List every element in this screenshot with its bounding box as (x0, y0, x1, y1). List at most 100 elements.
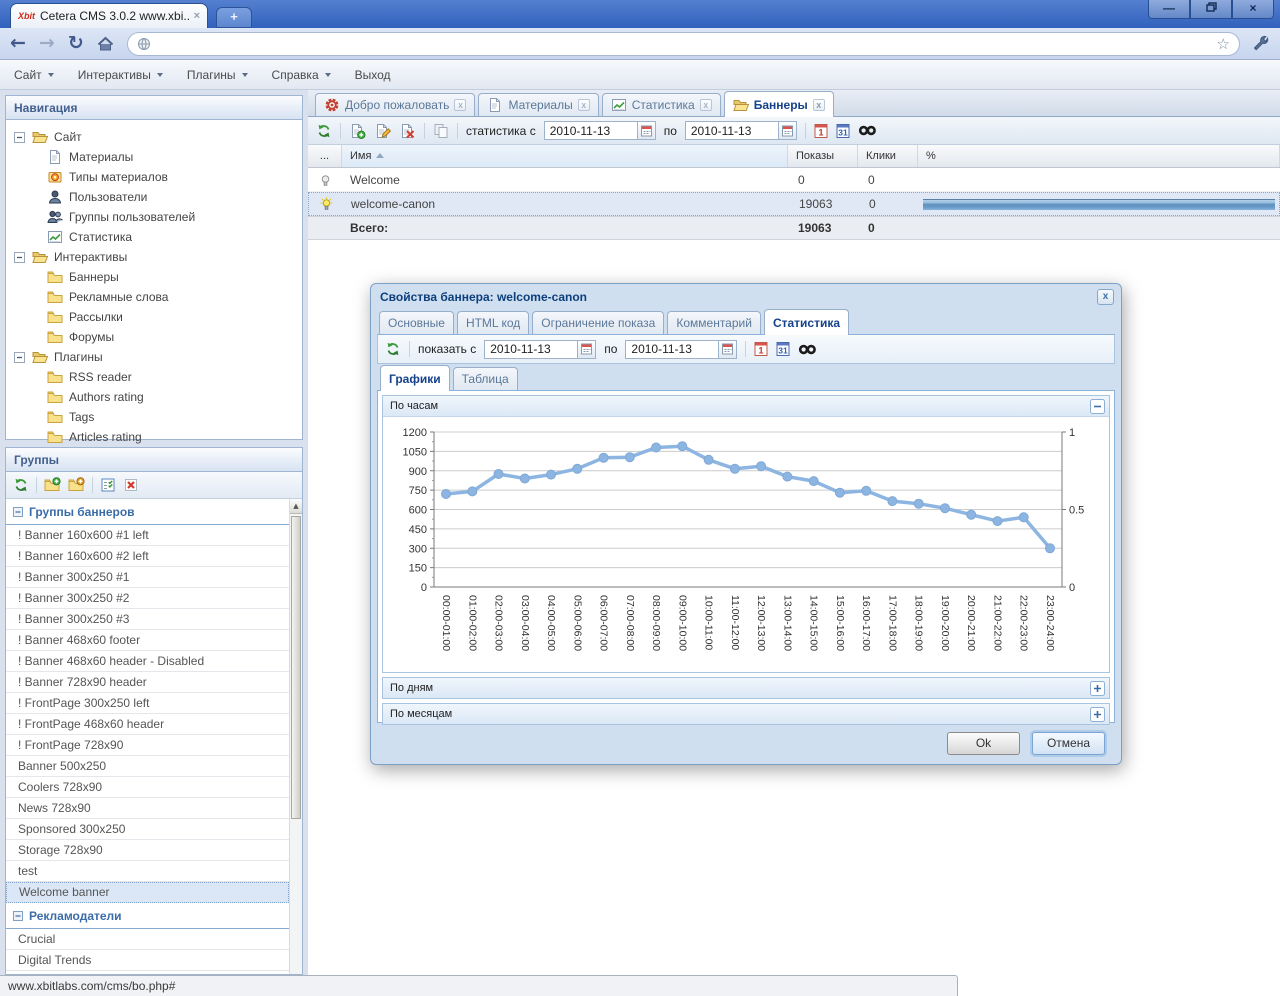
edit-banner-icon[interactable] (374, 123, 391, 139)
collapse-minus-icon[interactable] (10, 132, 28, 143)
window-minimize-button[interactable]: — (1148, 0, 1190, 19)
address-bar[interactable]: ☆ (127, 32, 1240, 56)
column-header-name[interactable]: Имя (342, 145, 788, 167)
menu-item-3[interactable]: Справка (272, 68, 331, 82)
tree-node-2-1[interactable]: Authors rating (10, 387, 298, 407)
month-calendar-icon[interactable]: 31 (776, 341, 790, 357)
wrench-icon[interactable] (1253, 35, 1270, 52)
group-list-item[interactable]: Sponsored 300x250 (6, 819, 289, 840)
scroll-up-icon[interactable]: ▲ (290, 499, 302, 514)
tree-node-0-1[interactable]: Типы материалов (10, 167, 298, 187)
calendar-picker-icon[interactable] (638, 121, 656, 140)
dialog-tab-1[interactable]: HTML код (457, 311, 529, 334)
add-banner-icon[interactable] (349, 123, 366, 139)
dialog-tab-0[interactable]: Основные (379, 311, 454, 334)
tab-close-icon[interactable]: x (578, 99, 590, 111)
main-tab-2[interactable]: Статистика x (602, 93, 721, 116)
add-subgroup-icon[interactable] (68, 477, 85, 493)
tab-close-icon[interactable]: x (700, 99, 712, 111)
group-list-item[interactable]: ! Banner 468x60 header - Disabled (6, 651, 289, 672)
tree-node-0-2[interactable]: Пользователи (10, 187, 298, 207)
main-tab-0[interactable]: Добро пожаловать x (315, 93, 475, 116)
group-list-item[interactable]: test (6, 861, 289, 882)
tree-node-2-3[interactable]: Articles rating (10, 427, 298, 447)
group-list-item[interactable]: ! Banner 728x90 header (6, 672, 289, 693)
delete-banner-icon[interactable] (399, 123, 416, 139)
home-icon[interactable] (97, 36, 114, 52)
group-list-item[interactable]: ! FrontPage 728x90 (6, 735, 289, 756)
tab-close-icon[interactable]: × (194, 11, 200, 22)
tree-node-1-3[interactable]: Форумы (10, 327, 298, 347)
group-list-item[interactable]: ! Banner 300x250 #3 (6, 609, 289, 630)
tab-close-icon[interactable]: x (813, 99, 825, 111)
tree-node-1-2[interactable]: Рассылки (10, 307, 298, 327)
main-tab-1[interactable]: Материалы x (478, 93, 598, 116)
dialog-tab-2[interactable]: Ограничение показа (532, 311, 664, 334)
url-input[interactable] (158, 37, 1210, 51)
column-header-shows[interactable]: Показы (788, 145, 858, 167)
show-from-input[interactable] (484, 340, 578, 359)
window-restore-button[interactable] (1190, 0, 1232, 19)
delete-group-icon[interactable] (123, 477, 139, 493)
window-close-button[interactable]: × (1232, 0, 1274, 19)
group-list-item[interactable]: ! Banner 160x600 #2 left (6, 546, 289, 567)
dialog-subtab-0[interactable]: Графики (380, 365, 450, 391)
column-header-dots[interactable]: ... (308, 145, 342, 167)
group-list-item[interactable]: Welcome banner (6, 882, 289, 903)
tree-node-root-0[interactable]: Сайт (10, 127, 298, 147)
day-calendar-icon[interactable]: 1 (754, 341, 768, 357)
tree-node-0-3[interactable]: Группы пользователей (10, 207, 298, 227)
refresh-icon[interactable] (385, 341, 401, 357)
group-list-item[interactable]: ! FrontPage 468x60 header (6, 714, 289, 735)
group-section-header-1[interactable]: Рекламодатели (6, 904, 289, 929)
tab-close-icon[interactable]: x (454, 99, 466, 111)
cancel-button[interactable]: Отмена (1032, 732, 1105, 755)
bookmark-star-icon[interactable]: ☆ (1217, 35, 1230, 53)
back-icon[interactable]: ← (10, 34, 26, 53)
add-group-icon[interactable] (44, 477, 61, 493)
menu-item-0[interactable]: Сайт (14, 68, 54, 82)
tree-node-1-1[interactable]: Рекламные слова (10, 287, 298, 307)
ok-button[interactable]: Ok (947, 732, 1020, 755)
group-list-item[interactable]: ! Banner 468x60 footer (6, 630, 289, 651)
link-period-icon[interactable] (798, 343, 817, 356)
copy-icon[interactable] (433, 123, 449, 139)
menu-item-4[interactable]: Выход (355, 68, 391, 82)
calendar-picker-icon[interactable] (719, 340, 737, 359)
panel-header-2[interactable]: По месяцам (383, 704, 1109, 724)
group-list-item[interactable]: News 728x90 (6, 798, 289, 819)
main-tab-3[interactable]: Баннеры x (724, 91, 834, 117)
day-calendar-icon[interactable]: 1 (814, 123, 828, 139)
groups-scrollbar[interactable]: ▲ (289, 499, 302, 974)
refresh-icon[interactable] (13, 477, 29, 493)
calendar-picker-icon[interactable] (779, 121, 797, 140)
tree-node-root-2[interactable]: Плагины (10, 347, 298, 367)
calendar-picker-icon[interactable] (578, 340, 596, 359)
tree-node-0-0[interactable]: Материалы (10, 147, 298, 167)
dialog-tab-4[interactable]: Статистика (764, 309, 849, 335)
link-period-icon[interactable] (858, 124, 877, 137)
month-calendar-icon[interactable]: 31 (836, 123, 850, 139)
tree-node-2-0[interactable]: RSS reader (10, 367, 298, 387)
panel-header-1[interactable]: По дням (383, 678, 1109, 698)
collapse-minus-icon[interactable] (1090, 399, 1105, 414)
reload-icon[interactable]: ↻ (68, 34, 84, 53)
checklist-icon[interactable] (100, 477, 116, 493)
tree-node-1-0[interactable]: Баннеры (10, 267, 298, 287)
menu-item-2[interactable]: Плагины (187, 68, 248, 82)
refresh-icon[interactable] (316, 123, 332, 139)
group-list-item[interactable]: Crucial (6, 929, 289, 950)
group-list-item[interactable]: Storage 728x90 (6, 840, 289, 861)
forward-icon[interactable]: → (39, 34, 55, 53)
collapse-minus-icon[interactable] (13, 507, 23, 517)
group-list-item[interactable]: ! FrontPage 300x250 left (6, 693, 289, 714)
table-row[interactable]: welcome-canon 19063 0 (308, 192, 1280, 216)
menu-item-1[interactable]: Интерактивы (78, 68, 163, 82)
dialog-tab-3[interactable]: Комментарий (667, 311, 761, 334)
stats-to-input[interactable] (685, 121, 779, 140)
panel-header-0[interactable]: По часам (383, 396, 1109, 416)
expand-plus-icon[interactable] (1090, 681, 1105, 696)
collapse-minus-icon[interactable] (13, 911, 23, 921)
scroll-thumb[interactable] (291, 516, 301, 819)
expand-plus-icon[interactable] (1090, 707, 1105, 722)
